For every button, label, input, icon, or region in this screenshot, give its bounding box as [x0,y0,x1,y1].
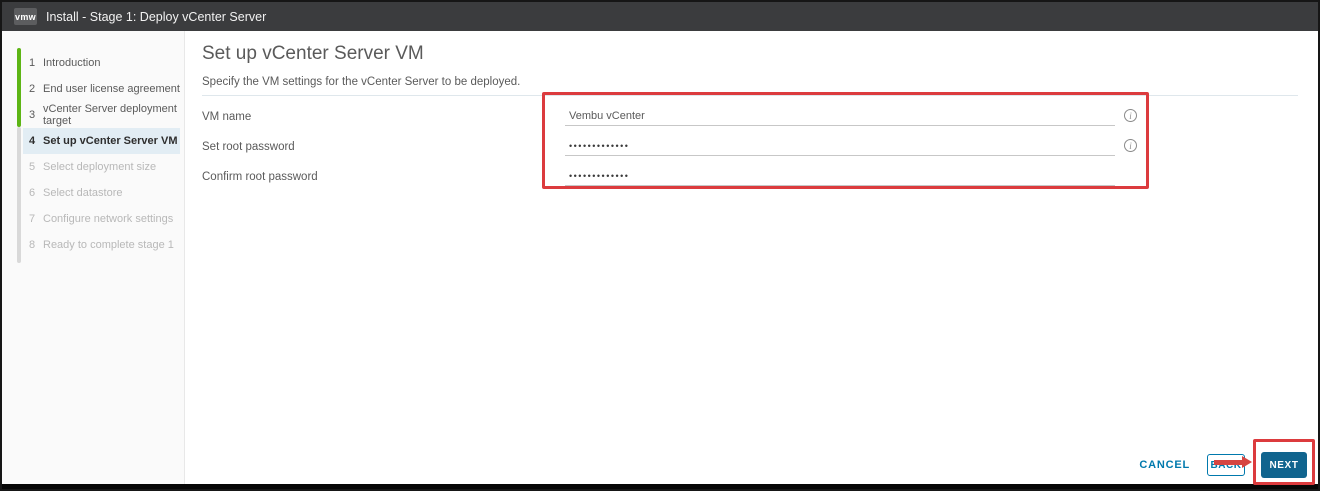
step-introduction[interactable]: 1 Introduction [2,50,184,76]
step-ready-complete: 8 Ready to complete stage 1 [2,232,184,258]
info-icon[interactable]: i [1124,139,1137,152]
step-label: Set up vCenter Server VM [43,135,178,147]
step-deployment-size: 5 Select deployment size [2,154,184,180]
bottom-bar [2,484,1318,489]
step-label: vCenter Server deployment target [43,103,177,127]
step-number: 8 [29,239,36,251]
installer-window: vmw Install - Stage 1: Deploy vCenter Se… [0,0,1320,491]
vmware-logo: vmw [14,8,37,25]
next-button[interactable]: NEXT [1261,452,1307,478]
annotation-arrow-icon [1214,456,1252,468]
step-network-settings: 7 Configure network settings [2,206,184,232]
step-label: Ready to complete stage 1 [43,239,174,251]
step-number: 1 [29,57,36,69]
step-label: End user license agreement [43,83,180,95]
step-label: Select datastore [43,187,123,199]
title-bar: vmw Install - Stage 1: Deploy vCenter Se… [2,2,1318,31]
info-icon[interactable]: i [1124,109,1137,122]
footer-actions: CANCEL BACK NEXT [1139,452,1307,478]
cancel-button[interactable]: CANCEL [1139,459,1190,471]
vm-name-label: VM name [202,111,252,123]
step-number: 5 [29,161,36,173]
step-setup-vm[interactable]: 4 Set up vCenter Server VM [23,128,180,154]
page-title: Set up vCenter Server VM [202,43,424,64]
step-number: 4 [29,135,36,147]
confirm-password-input[interactable] [565,171,1115,186]
step-number: 6 [29,187,36,199]
step-eula[interactable]: 2 End user license agreement [2,76,184,102]
vm-name-input[interactable] [565,110,1115,126]
step-number: 2 [29,83,36,95]
root-password-row: Set root password i [202,132,1137,156]
step-datastore: 6 Select datastore [2,180,184,206]
vm-name-row: VM name i [202,102,1137,126]
root-password-label: Set root password [202,141,295,153]
main-panel: Set up vCenter Server VM Specify the VM … [186,31,1318,484]
step-label: Configure network settings [43,213,174,225]
step-list: 1 Introduction 2 End user license agreem… [2,50,184,258]
step-number: 3 [29,109,36,121]
confirm-password-row: Confirm root password [202,162,1137,186]
window-title: Install - Stage 1: Deploy vCenter Server [46,9,267,24]
step-deployment-target[interactable]: 3 vCenter Server deployment target [2,102,184,128]
step-label: Introduction [43,57,101,69]
step-number: 7 [29,213,36,225]
page-subtitle: Specify the VM settings for the vCenter … [202,76,521,88]
vm-settings-form: VM name i Set root password i Confirm ro… [202,102,1137,192]
divider [202,95,1298,96]
step-label: Select deployment size [43,161,157,173]
back-button[interactable]: BACK [1207,454,1245,476]
confirm-password-label: Confirm root password [202,171,318,183]
steps-sidebar: 1 Introduction 2 End user license agreem… [2,31,185,484]
root-password-input[interactable] [565,141,1115,156]
